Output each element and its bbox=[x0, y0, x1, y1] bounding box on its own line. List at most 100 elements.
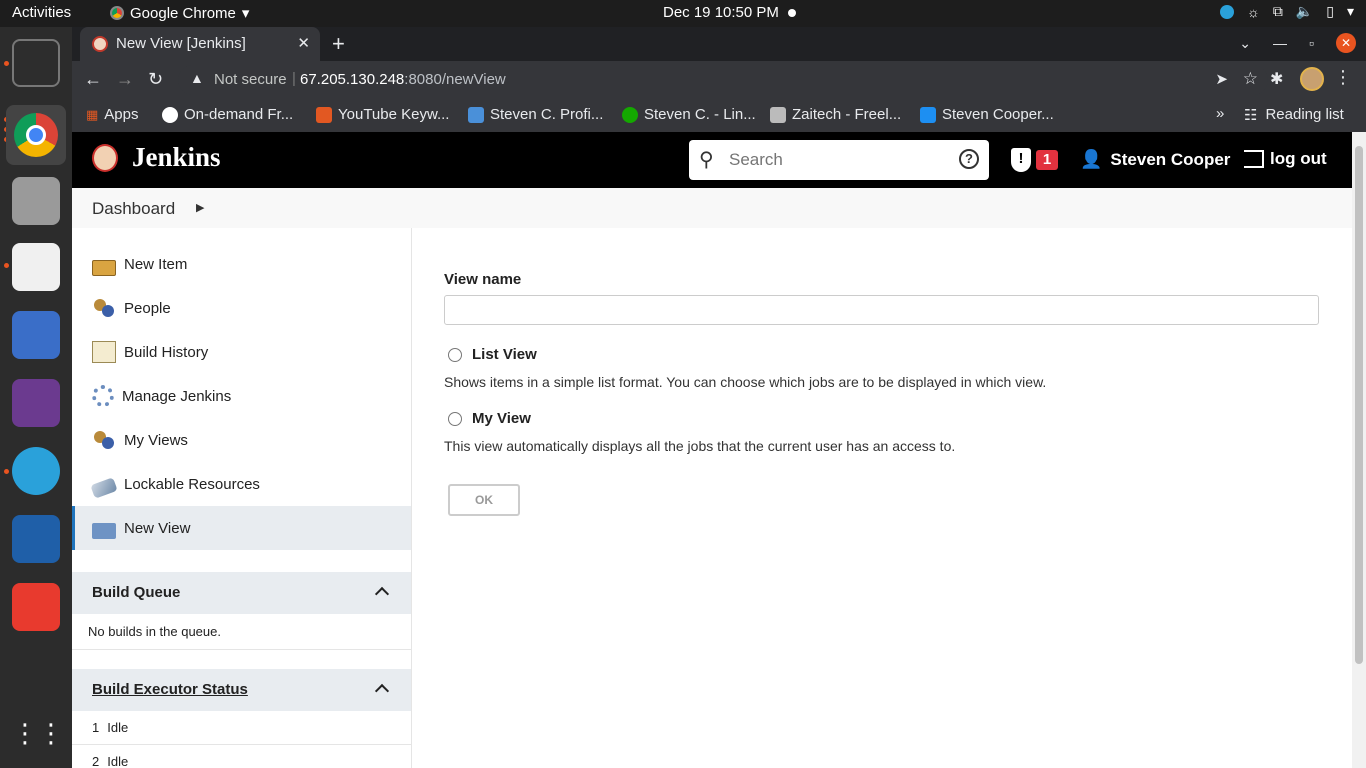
reading-list-button[interactable]: ☷ Reading list bbox=[1244, 106, 1344, 124]
terminal-icon[interactable] bbox=[12, 39, 60, 87]
tab-search-icon[interactable]: ⌄ bbox=[1239, 35, 1251, 52]
more-bookmarks-icon[interactable]: » bbox=[1216, 105, 1224, 122]
people-icon bbox=[92, 297, 116, 319]
user-name: Steven Cooper bbox=[1110, 149, 1231, 169]
minimize-icon[interactable]: — bbox=[1273, 35, 1287, 51]
user-icon: 👤 bbox=[1080, 149, 1103, 169]
close-tab-icon[interactable]: ✕ bbox=[297, 34, 310, 52]
executor-row: 1 Idle bbox=[72, 711, 411, 745]
my-view-label[interactable]: My View bbox=[472, 410, 531, 427]
apps-grid-icon: ▦ bbox=[86, 106, 99, 122]
view-name-input[interactable] bbox=[444, 295, 1319, 325]
libreoffice-writer-icon[interactable] bbox=[12, 515, 60, 563]
alert-count-badge[interactable]: 1 bbox=[1036, 150, 1058, 170]
task-lockable-resources[interactable]: Lockable Resources bbox=[72, 462, 411, 506]
bookmark-steven-cooper[interactable]: Steven Cooper... bbox=[920, 106, 1054, 123]
task-label: Manage Jenkins bbox=[122, 387, 232, 405]
address-bar[interactable]: ▲ Not secure | 67.205.130.248:8080/newVi… bbox=[178, 65, 1268, 95]
build-queue-body: No builds in the queue. bbox=[72, 614, 411, 650]
bookmarks-bar: ▦ Apps On-demand Fr... YouTube Keyw... S… bbox=[72, 98, 1366, 132]
task-people[interactable]: People bbox=[72, 286, 411, 330]
breadcrumb-chevron-icon[interactable]: ▶ bbox=[196, 201, 204, 214]
bookmark-on-demand[interactable]: On-demand Fr... bbox=[162, 106, 293, 123]
extensions-icon[interactable]: ✱ bbox=[1270, 69, 1283, 89]
task-my-views[interactable]: My Views bbox=[72, 418, 411, 462]
task-build-history[interactable]: Build History bbox=[72, 330, 411, 374]
list-view-radio[interactable] bbox=[448, 347, 462, 362]
clock[interactable]: Dec 19 10:50 PM bbox=[663, 4, 779, 21]
chrome-dock-icon[interactable] bbox=[6, 105, 66, 165]
executor-status-header[interactable]: Build Executor Status bbox=[72, 669, 411, 711]
screenshot-icon[interactable] bbox=[12, 311, 60, 359]
ok-button[interactable]: OK bbox=[448, 484, 520, 516]
telegram-tray-icon[interactable] bbox=[1219, 4, 1234, 19]
executor-status-title[interactable]: Build Executor Status bbox=[92, 681, 248, 698]
list-view-label[interactable]: List View bbox=[472, 346, 537, 363]
task-manage-jenkins[interactable]: Manage Jenkins bbox=[72, 374, 411, 418]
ycombinator-icon bbox=[468, 106, 484, 123]
task-new-view[interactable]: New View bbox=[72, 506, 411, 550]
build-queue-header[interactable]: Build Queue bbox=[72, 572, 411, 614]
security-label[interactable]: Not secure bbox=[214, 71, 287, 88]
telegram-icon[interactable] bbox=[12, 447, 60, 495]
search-input[interactable] bbox=[729, 148, 949, 172]
new-tab-icon[interactable]: + bbox=[332, 31, 345, 57]
anydesk-icon[interactable] bbox=[12, 583, 60, 631]
url-text[interactable]: 67.205.130.248:8080/newView bbox=[300, 71, 506, 88]
jenkins-brand[interactable]: Jenkins bbox=[132, 142, 221, 173]
breadcrumb-dashboard[interactable]: Dashboard bbox=[92, 199, 175, 219]
volume-icon[interactable]: 🔈 bbox=[1296, 3, 1313, 20]
jenkins-page: Jenkins ⚲ ? ! 1 👤 Steven Cooper log out … bbox=[72, 132, 1352, 768]
send-icon[interactable]: ➤ bbox=[1215, 70, 1228, 88]
user-link[interactable]: 👤 Steven Cooper bbox=[1080, 149, 1230, 170]
bookmark-steven-profile[interactable]: Steven C. Profi... bbox=[468, 106, 603, 123]
jenkins-header: Jenkins ⚲ ? ! 1 👤 Steven Cooper log out bbox=[72, 132, 1352, 188]
video-player-icon[interactable] bbox=[12, 379, 60, 427]
jenkins-logo-icon[interactable] bbox=[90, 140, 122, 178]
network-icon[interactable]: ⧉ bbox=[1273, 3, 1283, 20]
activities-button[interactable]: Activities bbox=[12, 4, 71, 21]
executor-list: 1 Idle 2 Idle bbox=[72, 711, 411, 768]
security-shield-icon[interactable]: ! bbox=[1011, 148, 1031, 172]
logout-link[interactable]: log out bbox=[1244, 149, 1327, 169]
profile-avatar[interactable] bbox=[1300, 67, 1324, 91]
text-editor-icon[interactable] bbox=[12, 243, 60, 291]
back-icon[interactable]: ← bbox=[84, 69, 102, 90]
power-menu-icon[interactable]: ▾ bbox=[1347, 3, 1354, 20]
help-icon[interactable]: ? bbox=[959, 149, 979, 169]
task-label: Lockable Resources bbox=[124, 475, 260, 493]
window-close-icon[interactable]: ✕ bbox=[1336, 33, 1356, 53]
tab-new-view[interactable]: New View [Jenkins] ✕ bbox=[80, 27, 320, 61]
reload-icon[interactable]: ↻ bbox=[148, 69, 163, 90]
task-new-item[interactable]: New Item bbox=[72, 242, 411, 286]
list-view-option[interactable]: List View bbox=[448, 346, 537, 363]
system-tray[interactable]: ☼ ⧉ 🔈 ▯ ▾ bbox=[1219, 3, 1354, 20]
window-controls: ⌄ — ▫ ✕ bbox=[1239, 33, 1356, 53]
reading-list-label: Reading list bbox=[1265, 106, 1344, 123]
tab-title: New View [Jenkins] bbox=[116, 35, 246, 52]
forward-icon[interactable]: → bbox=[116, 69, 134, 90]
bookmark-youtube-keywords[interactable]: YouTube Keyw... bbox=[316, 106, 449, 123]
battery-icon[interactable]: ▯ bbox=[1326, 3, 1334, 20]
chrome-window: New View [Jenkins] ✕ + ⌄ — ▫ ✕ ← → ↻ ▲ N… bbox=[72, 27, 1366, 768]
files-icon[interactable] bbox=[12, 177, 60, 225]
collapse-chevron-icon[interactable] bbox=[374, 586, 390, 602]
maximize-icon[interactable]: ▫ bbox=[1309, 35, 1314, 51]
bookmark-steven-linkedin[interactable]: Steven C. - Lin... bbox=[622, 106, 756, 123]
app-menu[interactable]: Google Chrome ▾ bbox=[110, 4, 249, 22]
show-apps-icon[interactable]: ⋮⋮ bbox=[12, 713, 64, 753]
my-view-option[interactable]: My View bbox=[448, 410, 531, 427]
bookmark-zaitech[interactable]: Zaitech - Freel... bbox=[770, 106, 901, 123]
gear-icon bbox=[92, 385, 114, 407]
brightness-icon[interactable]: ☼ bbox=[1247, 4, 1260, 20]
collapse-chevron-icon[interactable] bbox=[374, 683, 390, 699]
bookmark-apps[interactable]: ▦ Apps bbox=[86, 106, 139, 123]
page-scrollbar[interactable] bbox=[1352, 132, 1366, 768]
bookmark-star-icon[interactable]: ☆ bbox=[1243, 69, 1258, 89]
warning-icon[interactable]: ▲ bbox=[190, 70, 204, 86]
my-view-radio[interactable] bbox=[448, 411, 462, 426]
sidebar: New Item People Build History Manage Jen… bbox=[72, 228, 412, 768]
chrome-menu-icon[interactable]: ⋮ bbox=[1334, 67, 1352, 88]
zaitech-icon bbox=[770, 106, 786, 123]
scrollbar-thumb[interactable] bbox=[1355, 146, 1363, 664]
